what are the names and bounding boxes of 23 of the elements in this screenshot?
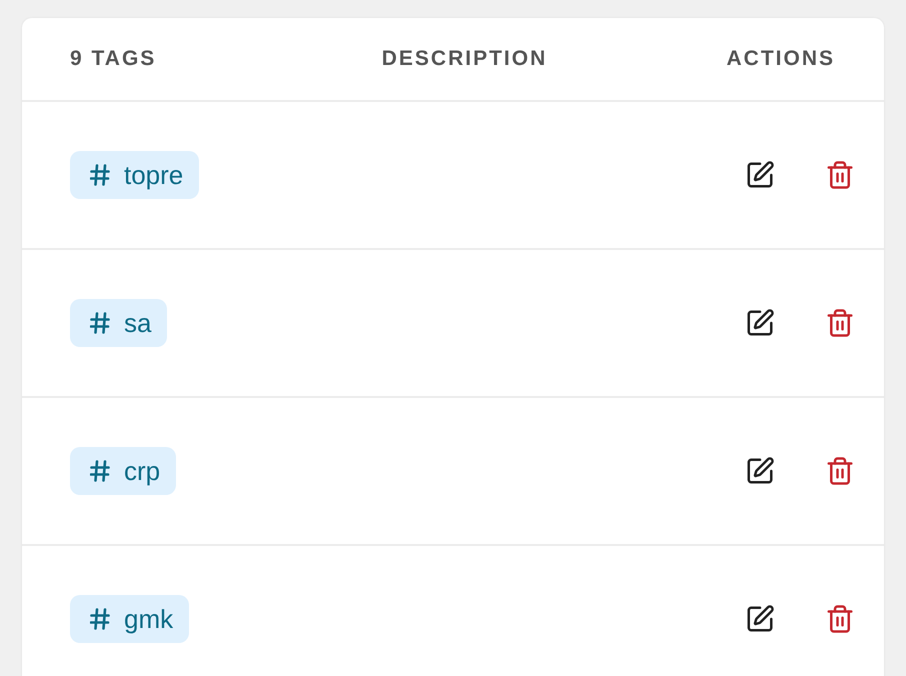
- edit-icon: [745, 308, 775, 338]
- tag-name: topre: [124, 160, 184, 190]
- trash-icon: [825, 456, 855, 486]
- hash-icon: [90, 460, 110, 482]
- tag-chip[interactable]: topre: [70, 151, 200, 199]
- hash-icon: [90, 608, 110, 630]
- edit-icon: [745, 160, 775, 190]
- tag-chip[interactable]: gmk: [70, 595, 190, 643]
- tag-chip[interactable]: crp: [70, 447, 176, 495]
- column-header: ACTIONS: [726, 47, 835, 71]
- tag-chip[interactable]: sa: [70, 299, 168, 347]
- column-header: DESCRIPTION: [382, 47, 548, 71]
- tag-name: sa: [124, 308, 152, 338]
- edit-icon: [745, 604, 775, 634]
- tag-name: crp: [124, 456, 160, 486]
- hash-icon: [90, 164, 110, 186]
- trash-icon: [825, 308, 855, 338]
- edit-icon: [745, 456, 775, 486]
- trash-icon: [825, 160, 855, 190]
- tag-name: gmk: [124, 604, 174, 634]
- hash-icon: [90, 312, 110, 334]
- trash-icon: [825, 604, 855, 634]
- column-header: 9 TAGS: [70, 47, 156, 71]
